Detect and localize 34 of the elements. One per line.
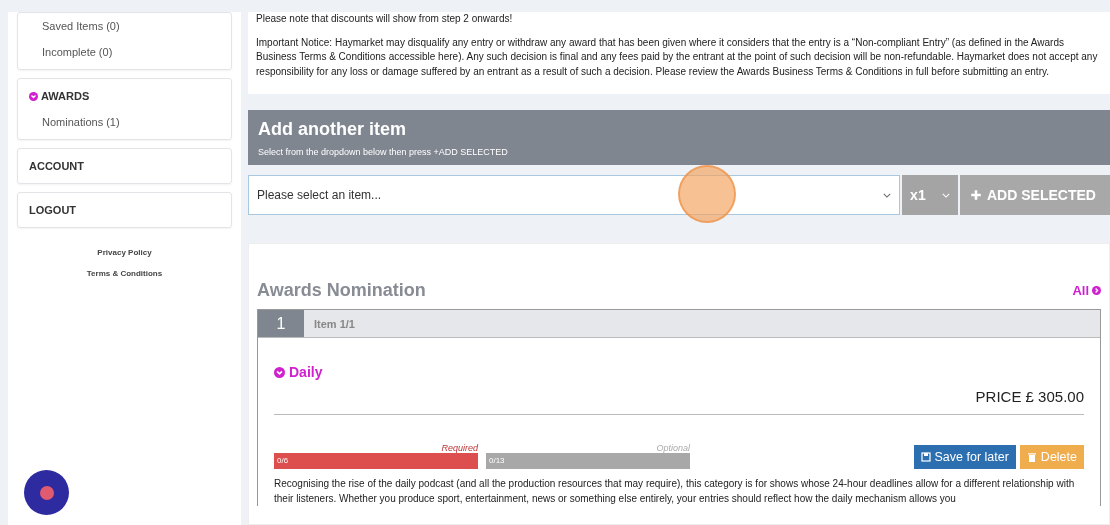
plus-icon (970, 189, 982, 201)
section-title: Awards Nomination (257, 280, 426, 301)
item-label: Item 1/1 (314, 317, 355, 330)
item-select[interactable]: Please select an item... (248, 175, 900, 215)
sidebar-heading[interactable]: AWARDS (29, 81, 220, 111)
notice-text: Please note that discounts will show from step 2 onwards! (256, 12, 514, 26)
notice-text: Important Notice: Haymarket may disqualify any entry or withdraw any award that has been given where it considers that the entry is a “Non-compliant Entry” (as defined in the Awards Business Terms & Conditions accessible here). Any such decision is final and any fees paid by the entrant at the point of such decision will be non-refundable. Haymarket does not accept any responsibility for any loss or damage suffered by an entrant as a result of such a decision. Please review the Awards Business Terms & Conditions in full before submitting an entry. (256, 35, 1099, 79)
chevron-right-icon (1092, 286, 1101, 295)
section-title: Add another item (258, 119, 407, 140)
all-link[interactable]: All (1072, 283, 1101, 298)
sidebar-item[interactable]: Nominations (1) (29, 111, 220, 137)
footer-link[interactable]: Terms & Conditions (86, 269, 163, 278)
sidebar-heading[interactable]: LOGOUT (29, 195, 220, 225)
save-button[interactable]: Save for later (913, 445, 1016, 469)
chat-launcher-icon[interactable] (24, 470, 69, 515)
progress-bar: 0/6 (274, 453, 478, 469)
chevron-down-icon (274, 366, 285, 378)
caret-icon (941, 192, 950, 198)
category-toggle[interactable]: Daily (274, 364, 1084, 380)
click-indicator (678, 165, 736, 223)
sidebar-heading[interactable]: ACCOUNT (29, 151, 220, 181)
sidebar-item[interactable]: Saved Items (0) (29, 15, 220, 41)
section-subtitle: Select from the dropdown below then press +ADD SELECTED (258, 147, 509, 157)
sidebar-item[interactable]: Incomplete (0) (29, 41, 220, 67)
item-number: 1 (258, 310, 304, 337)
progress-label: Optional (655, 443, 690, 453)
trash-icon (1026, 452, 1037, 462)
progress-bar: 0/13 (486, 453, 690, 469)
caret-icon (883, 192, 891, 198)
category-description: Recognising the rise of the daily podcast (and all the production resources that may require), this category is for shows whose 24-hour deadlines allow for a different relationship with their listeners. Whether you produce sport, entertainment, news or something else entirely, your entries should reflect how the daily mechanism allows you (274, 477, 1076, 506)
chevron-down-icon (29, 91, 38, 101)
price-text: PRICE £ 305.00 (274, 380, 1084, 415)
progress-label: Required (440, 443, 478, 453)
footer-link[interactable]: Privacy Policy (97, 248, 152, 257)
